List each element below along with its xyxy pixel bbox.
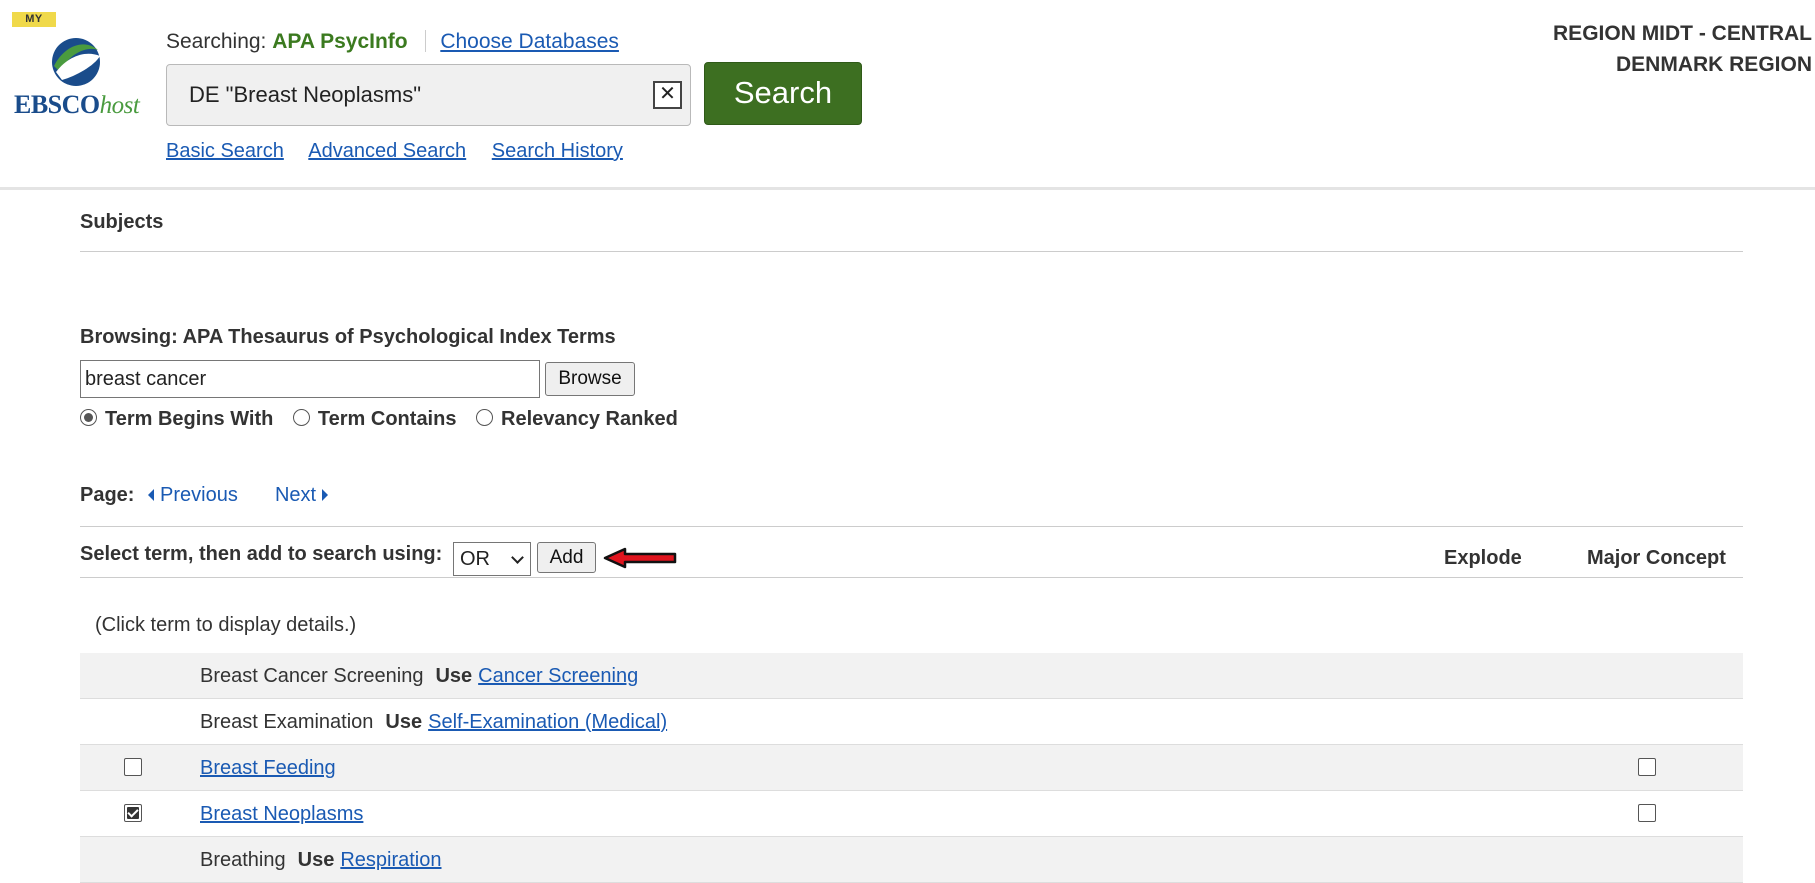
term-list: Breast Cancer Screening Use Cancer Screeni… [80,653,1743,883]
chevron-left-icon [148,489,155,501]
table-row: Breast Neoplasms [80,791,1743,837]
explode-column-header: Explode [1444,547,1522,569]
term-link[interactable]: Cancer Screening [478,665,638,687]
previous-page-link[interactable]: Previous [148,484,238,506]
radio-relevancy-ranked[interactable]: Relevancy Ranked [476,408,678,431]
search-history-link[interactable]: Search History [492,140,623,162]
term-link[interactable]: Respiration [340,849,441,871]
table-row: Breast Examination Use Self-Examination (M… [80,699,1743,745]
operator-select[interactable]: OR [453,542,531,576]
searching-label: Searching: [166,30,267,53]
term-label: Breathing [200,849,286,871]
use-label: Use [435,665,473,687]
select-term-label: Select term, then add to search using: [80,543,443,565]
browse-input[interactable] [80,360,540,398]
term-link[interactable]: Self-Examination (Medical) [428,711,667,733]
divider [80,251,1743,252]
arrow-left-icon [603,547,677,569]
radio-term-contains[interactable]: Term Contains [292,408,456,431]
database-name: APA PsycInfo [272,30,408,53]
term-link[interactable]: Breast Feeding [200,757,336,779]
clear-search-button[interactable]: ✕ [653,81,682,109]
logo-wordmark: EBSCOhost [14,90,140,119]
search-box: ✕ [166,64,691,126]
separator [425,30,427,52]
close-icon: ✕ [659,83,676,105]
browse-mode-radios: Term Begins With Term Contains Relevancy… [80,408,692,431]
searching-line: Searching: APA PsycInfo Choose Databases [166,30,619,54]
next-page-link[interactable]: Next [275,484,329,506]
chevron-right-icon [322,489,329,501]
term-label: Breast Cancer Screening [200,665,424,687]
click-hint: (Click term to display details.) [95,614,357,636]
search-mode-links: Basic Search Advanced Search Search Hist… [166,140,643,163]
term-link[interactable]: Breast Neoplasms [200,803,363,825]
choose-databases-link[interactable]: Choose Databases [440,30,619,53]
browse-button[interactable]: Browse [545,362,635,396]
divider [80,526,1743,527]
region-line-2: DENMARK REGION [1615,53,1812,76]
table-row: Breast Cancer Screening Use Cancer Screeni… [80,653,1743,699]
add-button[interactable]: Add [537,542,596,573]
radio-circle[interactable] [80,409,97,426]
table-row: Breathing Use Respiration [80,837,1743,883]
basic-search-link[interactable]: Basic Search [166,140,284,162]
browsing-label: Browsing: APA Thesaurus of Psychological… [80,326,616,348]
ebscohost-logo[interactable]: MY EBSCOhost [12,12,142,122]
region-line-1: REGION MIDT - CENTRAL [1553,22,1812,45]
globe-icon [52,38,100,86]
use-label: Use [297,849,335,871]
radio-circle[interactable] [476,409,494,426]
table-row: Breast Feeding [80,745,1743,791]
explode-checkbox[interactable] [124,804,142,822]
search-button[interactable]: Search [704,62,862,125]
logo-my-badge: MY [12,12,56,27]
major-concept-checkbox[interactable] [1638,758,1656,776]
major-concept-checkbox[interactable] [1638,804,1656,822]
divider [80,577,1743,578]
pagination: Page: Previous Next [80,484,329,507]
major-concept-column-header: Major Concept [1587,547,1726,569]
term-label: Breast Examination [200,711,374,733]
header: MY EBSCOhost Searching: APA PsycInfo Cho… [0,0,1815,190]
subjects-title: Subjects [80,211,164,233]
radio-circle[interactable] [292,409,310,426]
advanced-search-link[interactable]: Advanced Search [308,140,466,162]
page-label: Page: [80,484,135,506]
radio-term-begins-with[interactable]: Term Begins With [80,408,273,431]
chevron-down-icon [511,551,524,564]
explode-checkbox[interactable] [124,758,142,776]
institution-name: REGION MIDT - CENTRAL DENMARK REGION [1553,18,1812,80]
use-label: Use [385,711,423,733]
search-input[interactable] [167,65,637,125]
